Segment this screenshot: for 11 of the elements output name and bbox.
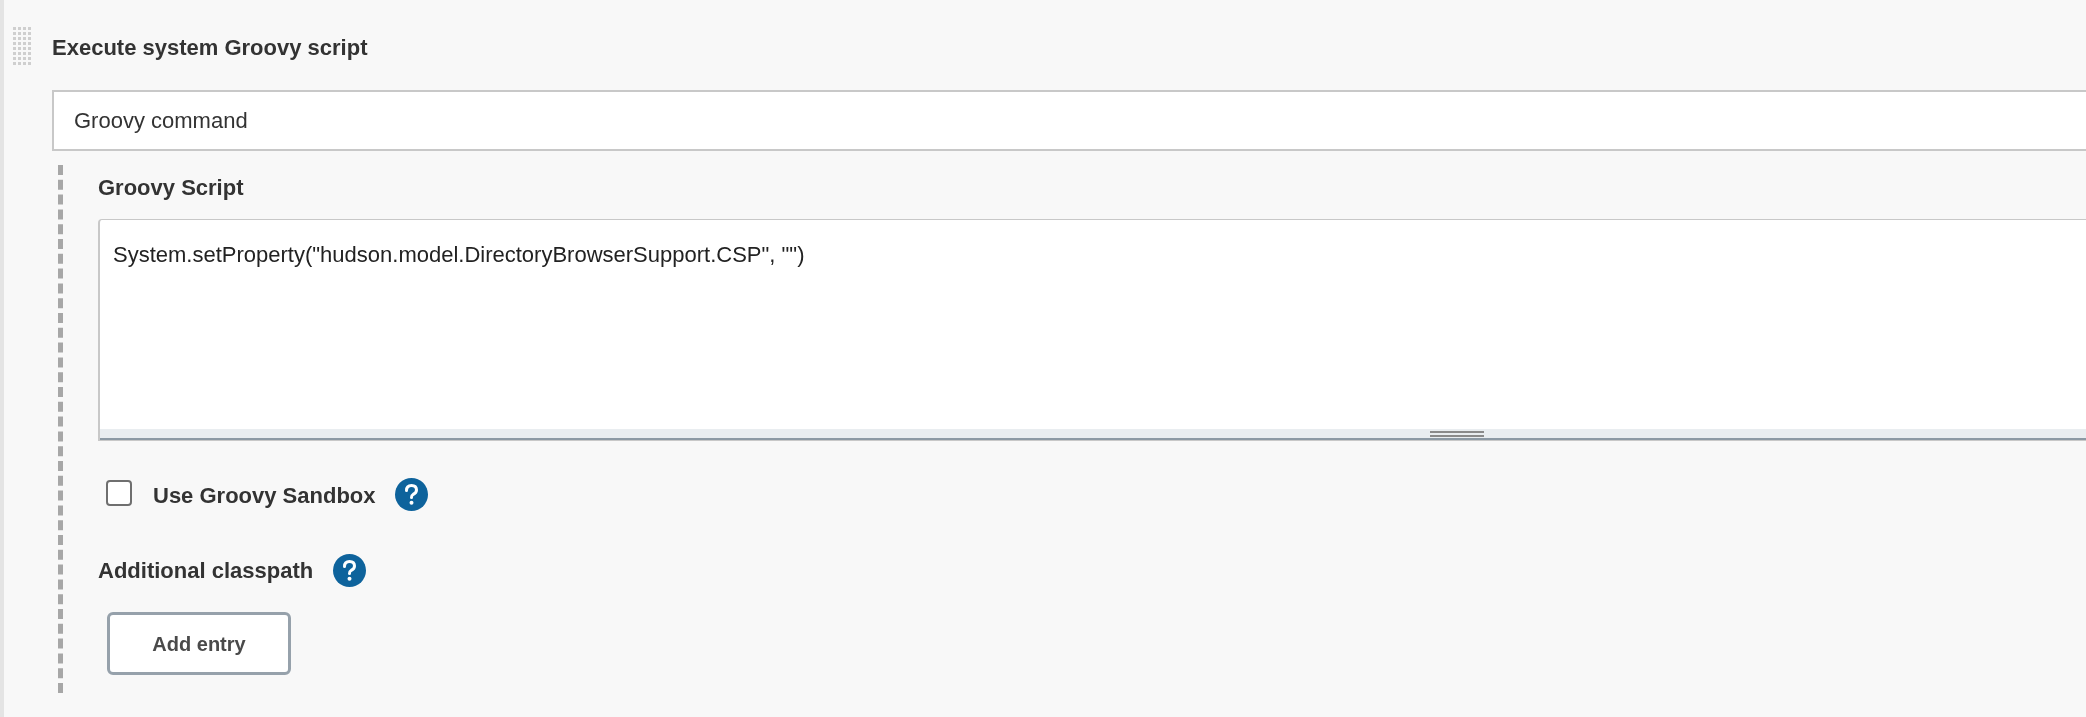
add-entry-button[interactable]: Add entry — [107, 612, 291, 675]
source-select[interactable]: Groovy command — [52, 90, 2086, 151]
script-textarea[interactable]: System.setProperty("hudson.model.DirectoryBrowserSupport.CSP", "") — [98, 219, 2086, 441]
section-title: Execute system Groovy script — [52, 33, 368, 62]
sandbox-label: Use Groovy Sandbox — [153, 482, 376, 510]
classpath-label: Additional classpath — [98, 557, 314, 585]
help-icon[interactable] — [333, 554, 367, 587]
sandbox-checkbox[interactable] — [106, 479, 132, 506]
script-label: Groovy Script — [98, 174, 244, 202]
help-icon[interactable] — [394, 478, 428, 511]
resize-grip-icon[interactable] — [1430, 431, 1484, 437]
